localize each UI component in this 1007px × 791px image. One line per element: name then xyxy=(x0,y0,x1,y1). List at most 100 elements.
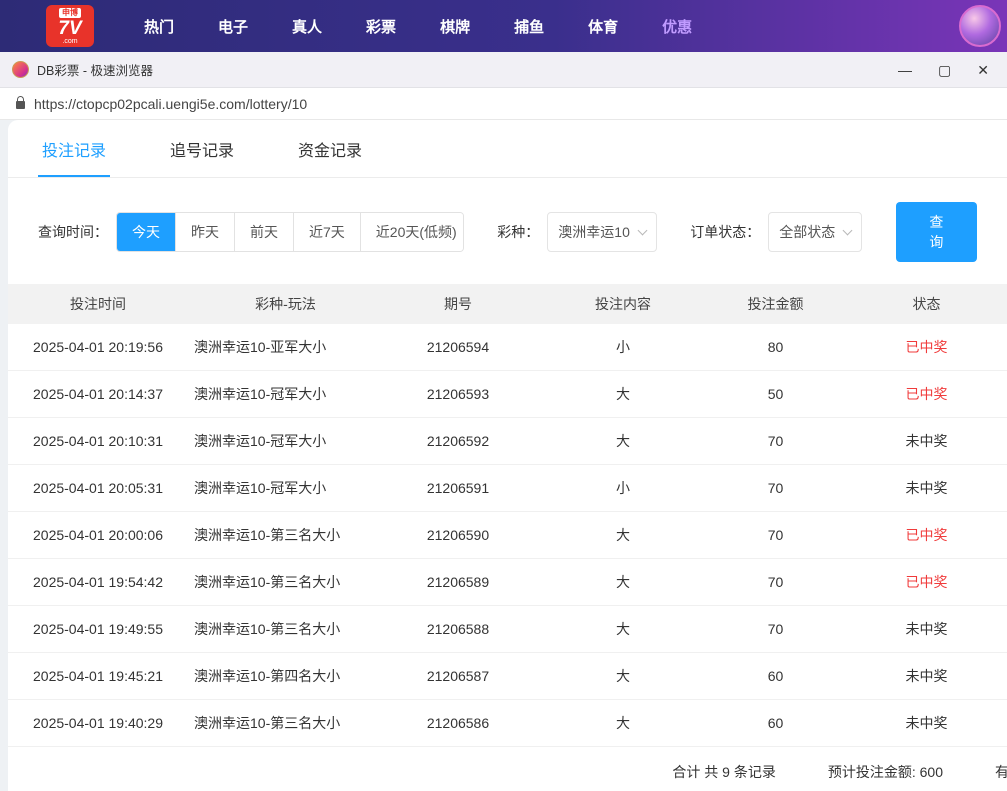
cell-time: 2025-04-01 20:14:37 xyxy=(8,371,188,418)
time-option-today[interactable]: 今天 xyxy=(117,213,175,251)
cell-time: 2025-04-01 20:00:06 xyxy=(8,512,188,559)
cell-content: 大 xyxy=(533,418,713,465)
cell-time: 2025-04-01 19:54:42 xyxy=(8,559,188,606)
cell-content: 小 xyxy=(533,324,713,371)
time-option-20days[interactable]: 近20天(低频) xyxy=(360,213,464,251)
cell-amount: 60 xyxy=(713,700,838,747)
cell-status: 已中奖 xyxy=(838,512,1007,559)
browser-tab-icon xyxy=(12,61,29,78)
cell-time: 2025-04-01 19:49:55 xyxy=(8,606,188,653)
search-button[interactable]: 查询 xyxy=(896,202,977,262)
cell-amount: 80 xyxy=(713,324,838,371)
cell-status: 已中奖 xyxy=(838,371,1007,418)
cell-issue: 21206594 xyxy=(383,324,533,371)
cell-issue: 21206586 xyxy=(383,700,533,747)
lock-icon xyxy=(16,101,25,109)
cell-time: 2025-04-01 19:40:29 xyxy=(8,700,188,747)
nav-item-promo[interactable]: 优惠 xyxy=(648,16,706,37)
time-option-yesterday[interactable]: 昨天 xyxy=(175,213,234,251)
table-row: 2025-04-01 19:49:55 澳洲幸运10-第三名大小 2120658… xyxy=(8,606,1007,653)
table-row: 2025-04-01 19:45:21 澳洲幸运10-第四名大小 2120658… xyxy=(8,653,1007,700)
tab-fund-records[interactable]: 资金记录 xyxy=(294,120,366,177)
logo-main-text: 7V xyxy=(58,19,81,38)
cell-status: 已中奖 xyxy=(838,324,1007,371)
nav-item-chess[interactable]: 棋牌 xyxy=(426,16,484,37)
cell-issue: 21206592 xyxy=(383,418,533,465)
url-text[interactable]: https://ctopcp02pcali.uengi5e.com/lotter… xyxy=(34,96,307,112)
cell-amount: 50 xyxy=(713,371,838,418)
table-row: 2025-04-01 20:10:31 澳洲幸运10-冠军大小 21206592… xyxy=(8,418,1007,465)
cell-play: 澳洲幸运10-第三名大小 xyxy=(188,700,383,747)
lottery-select-value: 澳洲幸运10 xyxy=(558,222,630,242)
cell-play: 澳洲幸运10-冠军大小 xyxy=(188,465,383,512)
col-header-content: 投注内容 xyxy=(533,284,713,324)
time-filter-label: 查询时间： xyxy=(38,222,108,242)
minimize-button[interactable]: — xyxy=(898,63,912,77)
cell-content: 大 xyxy=(533,700,713,747)
chevron-down-icon xyxy=(638,225,648,235)
summary-bar: 合计 共 9 条记录 预计投注金额: 600 有效投注金额 xyxy=(8,747,1007,791)
maximize-button[interactable]: ▢ xyxy=(938,63,951,77)
col-header-status: 状态 xyxy=(838,284,1007,324)
bet-records-table: 投注时间 彩种-玩法 期号 投注内容 投注金额 状态 2025-04-01 20… xyxy=(8,284,1007,747)
tab-chase-records[interactable]: 追号记录 xyxy=(166,120,238,177)
status-filter-label: 订单状态： xyxy=(690,222,760,242)
cell-amount: 70 xyxy=(713,465,838,512)
col-header-amount: 投注金额 xyxy=(713,284,838,324)
time-filter-group: 今天 昨天 前天 近7天 近20天(低频) xyxy=(116,212,464,252)
cell-time: 2025-04-01 19:45:21 xyxy=(8,653,188,700)
cell-play: 澳洲幸运10-冠军大小 xyxy=(188,418,383,465)
cell-play: 澳洲幸运10-第三名大小 xyxy=(188,559,383,606)
address-bar[interactable]: https://ctopcp02pcali.uengi5e.com/lotter… xyxy=(0,88,1007,120)
cell-status: 未中奖 xyxy=(838,700,1007,747)
logo-sub-text: .com xyxy=(62,38,77,45)
record-tabs: 投注记录 追号记录 资金记录 xyxy=(8,120,1007,178)
table-row: 2025-04-01 19:54:42 澳洲幸运10-第三名大小 2120658… xyxy=(8,559,1007,606)
cell-content: 大 xyxy=(533,606,713,653)
table-row: 2025-04-01 20:19:56 澳洲幸运10-亚军大小 21206594… xyxy=(8,324,1007,371)
nav-item-electronic[interactable]: 电子 xyxy=(204,16,262,37)
table-header-row: 投注时间 彩种-玩法 期号 投注内容 投注金额 状态 xyxy=(8,284,1007,324)
cell-time: 2025-04-01 20:10:31 xyxy=(8,418,188,465)
status-select-value: 全部状态 xyxy=(779,222,835,242)
window-title: DB彩票 - 极速浏览器 xyxy=(37,60,153,79)
cell-content: 大 xyxy=(533,653,713,700)
close-button[interactable]: ✕ xyxy=(977,63,989,77)
content-card: 投注记录 追号记录 资金记录 查询时间： 今天 昨天 前天 近7天 近20天(低… xyxy=(8,120,1007,791)
table-row: 2025-04-01 19:40:29 澳洲幸运10-第三名大小 2120658… xyxy=(8,700,1007,747)
cell-content: 大 xyxy=(533,559,713,606)
logo-top-text: 申博 xyxy=(59,8,81,18)
col-header-issue: 期号 xyxy=(383,284,533,324)
nav-item-sports[interactable]: 体育 xyxy=(574,16,632,37)
avatar[interactable] xyxy=(959,5,1001,47)
time-option-7days[interactable]: 近7天 xyxy=(293,213,360,251)
cell-status: 未中奖 xyxy=(838,465,1007,512)
cell-play: 澳洲幸运10-冠军大小 xyxy=(188,371,383,418)
tab-bet-records[interactable]: 投注记录 xyxy=(38,120,110,177)
cell-issue: 21206589 xyxy=(383,559,533,606)
cell-amount: 70 xyxy=(713,512,838,559)
cell-play: 澳洲幸运10-第三名大小 xyxy=(188,606,383,653)
nav-item-hot[interactable]: 热门 xyxy=(130,16,188,37)
table-row: 2025-04-01 20:05:31 澳洲幸运10-冠军大小 21206591… xyxy=(8,465,1007,512)
cell-status: 已中奖 xyxy=(838,559,1007,606)
summary-expected-amount: 预计投注金额: 600 xyxy=(828,762,943,782)
table-row: 2025-04-01 20:00:06 澳洲幸运10-第三名大小 2120659… xyxy=(8,512,1007,559)
lottery-select[interactable]: 澳洲幸运10 xyxy=(547,212,657,252)
cell-time: 2025-04-01 20:05:31 xyxy=(8,465,188,512)
cell-amount: 70 xyxy=(713,606,838,653)
nav-item-fishing[interactable]: 捕鱼 xyxy=(500,16,558,37)
nav-item-lottery[interactable]: 彩票 xyxy=(352,16,410,37)
filter-bar: 查询时间： 今天 昨天 前天 近7天 近20天(低频) 彩种： 澳洲幸运10 订… xyxy=(38,202,977,262)
cell-content: 小 xyxy=(533,465,713,512)
time-option-daybefore[interactable]: 前天 xyxy=(234,213,293,251)
cell-amount: 60 xyxy=(713,653,838,700)
nav-item-live[interactable]: 真人 xyxy=(278,16,336,37)
site-nav-items: 热门 电子 真人 彩票 棋牌 捕鱼 体育 优惠 xyxy=(122,16,714,37)
site-logo[interactable]: 申博 7V .com xyxy=(46,5,94,47)
status-select[interactable]: 全部状态 xyxy=(768,212,862,252)
cell-issue: 21206588 xyxy=(383,606,533,653)
col-header-time: 投注时间 xyxy=(8,284,188,324)
cell-status: 未中奖 xyxy=(838,418,1007,465)
cell-amount: 70 xyxy=(713,418,838,465)
